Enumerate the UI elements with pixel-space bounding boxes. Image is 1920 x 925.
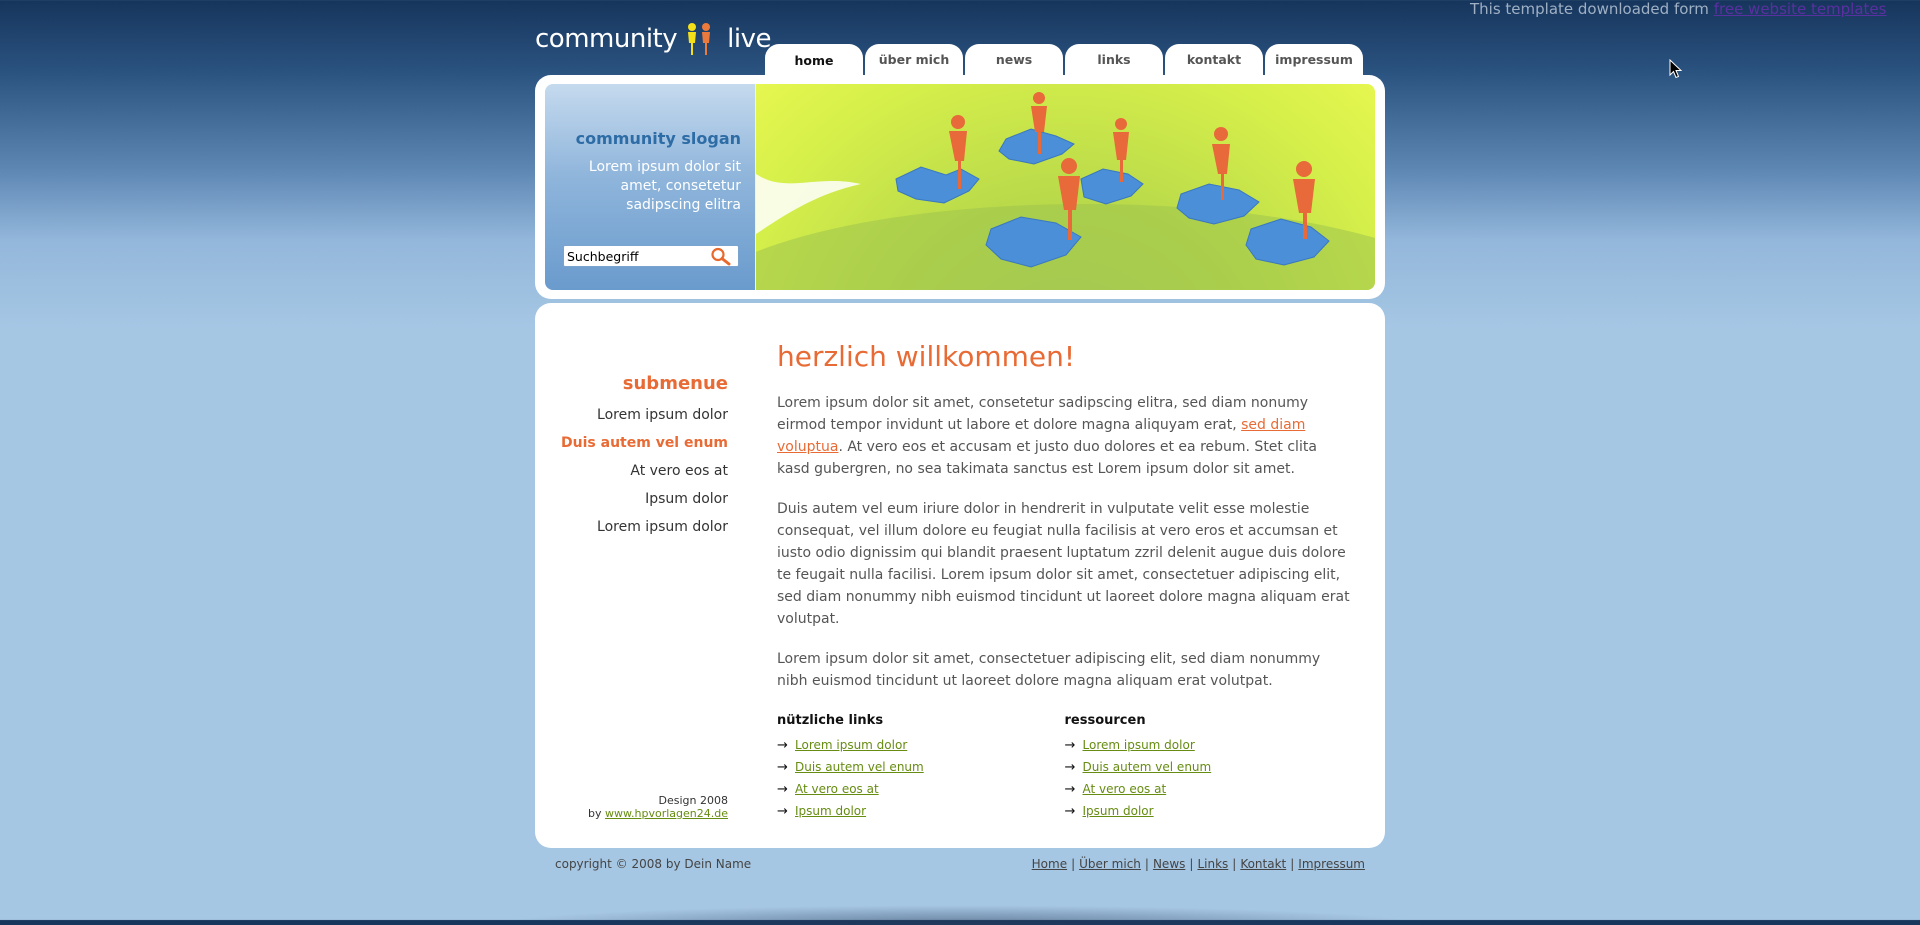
design-year: Design 2008: [658, 794, 728, 807]
nav-tab-links[interactable]: links: [1065, 44, 1163, 75]
footer: copyright © 2008 by Dein Name Home | Über …: [535, 851, 1385, 877]
arrow-right-icon: →: [1064, 760, 1076, 775]
slogan-text: Lorem ipsum dolor sit amet, consetetur s…: [588, 159, 741, 213]
magnifier-icon[interactable]: [710, 247, 732, 266]
resource-link[interactable]: At vero eos at: [1083, 782, 1167, 796]
design-credit: Design 2008 by www.hpvorlagen24.de: [588, 794, 728, 820]
useful-link[interactable]: Ipsum dolor: [795, 804, 866, 818]
useful-link[interactable]: At vero eos at: [795, 782, 879, 796]
header-box: community slogan Lorem ipsum dolor sit a…: [535, 75, 1385, 299]
page-title: herzlich willkommen!: [777, 340, 1076, 373]
page-shadow: [490, 905, 1430, 925]
resource-link[interactable]: Lorem ipsum dolor: [1083, 738, 1195, 752]
slogan-title: community slogan: [575, 129, 741, 148]
puzzle-people-illustration: [695, 92, 1375, 290]
site-logo[interactable]: community live: [535, 18, 771, 60]
arrow-right-icon: →: [777, 738, 788, 753]
footer-nav: Home | Über mich | News | Links | Kontakt | Impres…: [1032, 857, 1365, 871]
resources-column: ressourcen → Lorem ipsum dolor → Duis aute…: [1065, 712, 1353, 822]
list-item: → At vero eos at: [777, 778, 1065, 800]
nav-tab-impressum[interactable]: impressum: [1265, 44, 1363, 75]
footer-link-kontakt[interactable]: Kontakt: [1240, 857, 1286, 871]
design-by: by: [588, 807, 602, 820]
arrow-right-icon: →: [777, 804, 788, 819]
paragraph-1: Lorem ipsum dolor sit amet, consetetur s…: [777, 392, 1352, 480]
separator: |: [1290, 857, 1295, 871]
header-banner: community slogan Lorem ipsum dolor sit a…: [545, 84, 1375, 290]
arrow-right-icon: →: [1064, 804, 1076, 819]
content-area: herzlich willkommen! Lorem ipsum dolor s…: [777, 335, 1352, 822]
submenu-item-active[interactable]: Duis autem vel enum: [561, 433, 728, 461]
separator: |: [1232, 857, 1237, 871]
footer-link-ueber-mich[interactable]: Über mich: [1079, 857, 1141, 871]
paragraph-1-end: . At vero eos et accusam et justo duo do…: [777, 439, 1317, 477]
header-illustration: [695, 84, 1375, 290]
submenu-item[interactable]: Lorem ipsum dolor: [561, 405, 728, 433]
resources-title: ressourcen: [1064, 713, 1146, 728]
footer-link-news[interactable]: News: [1153, 857, 1185, 871]
list-item: → Ipsum dolor: [777, 800, 1065, 822]
template-credit: This template downloaded form free websi…: [1470, 0, 1886, 18]
list-item: → Lorem ipsum dolor: [777, 734, 1065, 756]
paragraph-3: Lorem ipsum dolor sit amet, consectetuer…: [777, 651, 1321, 689]
nav-tab-home[interactable]: home: [765, 44, 863, 77]
separator: |: [1144, 857, 1149, 871]
submenu-title: submenue: [622, 373, 728, 394]
footer-link-home[interactable]: Home: [1032, 857, 1067, 871]
separator: |: [1071, 857, 1076, 871]
submenu-item[interactable]: Lorem ipsum dolor: [561, 517, 728, 545]
nav-tab-kontakt[interactable]: kontakt: [1165, 44, 1263, 75]
list-item: → At vero eos at: [1065, 778, 1353, 800]
arrow-right-icon: →: [777, 782, 788, 797]
page-wrapper: community live home über mich news links…: [535, 0, 1385, 920]
list-item: → Lorem ipsum dolor: [1065, 734, 1353, 756]
paragraph-2: Duis autem vel eum iriure dolor in hendr…: [777, 501, 1350, 627]
design-credit-link[interactable]: www.hpvorlagen24.de: [605, 807, 728, 820]
resource-link[interactable]: Duis autem vel enum: [1083, 760, 1212, 774]
list-item: → Ipsum dolor: [1065, 800, 1353, 822]
useful-link[interactable]: Lorem ipsum dolor: [795, 738, 907, 752]
separator: |: [1189, 857, 1194, 871]
main-nav: home über mich news links kontakt impres…: [765, 44, 1363, 77]
arrow-right-icon: →: [1064, 738, 1076, 753]
mouse-cursor-icon: [1669, 59, 1683, 79]
credit-text: This template downloaded form: [1470, 0, 1709, 18]
submenu-item[interactable]: At vero eos at: [561, 461, 728, 489]
list-item: → Duis autem vel enum: [777, 756, 1065, 778]
logo-word-community: community: [535, 24, 678, 54]
credit-link[interactable]: free website templates: [1714, 0, 1887, 18]
people-icon: [688, 23, 711, 55]
search-input[interactable]: [567, 247, 702, 265]
footer-link-links[interactable]: Links: [1197, 857, 1228, 871]
copyright: copyright © 2008 by Dein Name: [555, 857, 752, 871]
paragraph-1-start: Lorem ipsum dolor sit amet, consetetur s…: [777, 395, 1309, 433]
link-columns: nützliche links → Lorem ipsum dolor → Duis…: [777, 712, 1352, 822]
footer-link-impressum[interactable]: Impressum: [1298, 857, 1365, 871]
main-box: submenue Lorem ipsum dolor Duis autem ve…: [535, 303, 1385, 848]
resource-link[interactable]: Ipsum dolor: [1083, 804, 1154, 818]
nav-tab-news[interactable]: news: [965, 44, 1063, 75]
arrow-right-icon: →: [1064, 782, 1076, 797]
submenu: Lorem ipsum dolor Duis autem vel enum At…: [561, 405, 728, 545]
useful-link[interactable]: Duis autem vel enum: [795, 760, 924, 774]
useful-links-title: nützliche links: [777, 713, 884, 728]
nav-tab-ueber-mich[interactable]: über mich: [865, 44, 963, 75]
arrow-right-icon: →: [777, 760, 788, 775]
search-box: [563, 245, 739, 267]
submenu-item[interactable]: Ipsum dolor: [561, 489, 728, 517]
useful-links-column: nützliche links → Lorem ipsum dolor → Duis…: [777, 712, 1065, 822]
slogan-panel: community slogan Lorem ipsum dolor sit a…: [545, 84, 755, 290]
list-item: → Duis autem vel enum: [1065, 756, 1353, 778]
